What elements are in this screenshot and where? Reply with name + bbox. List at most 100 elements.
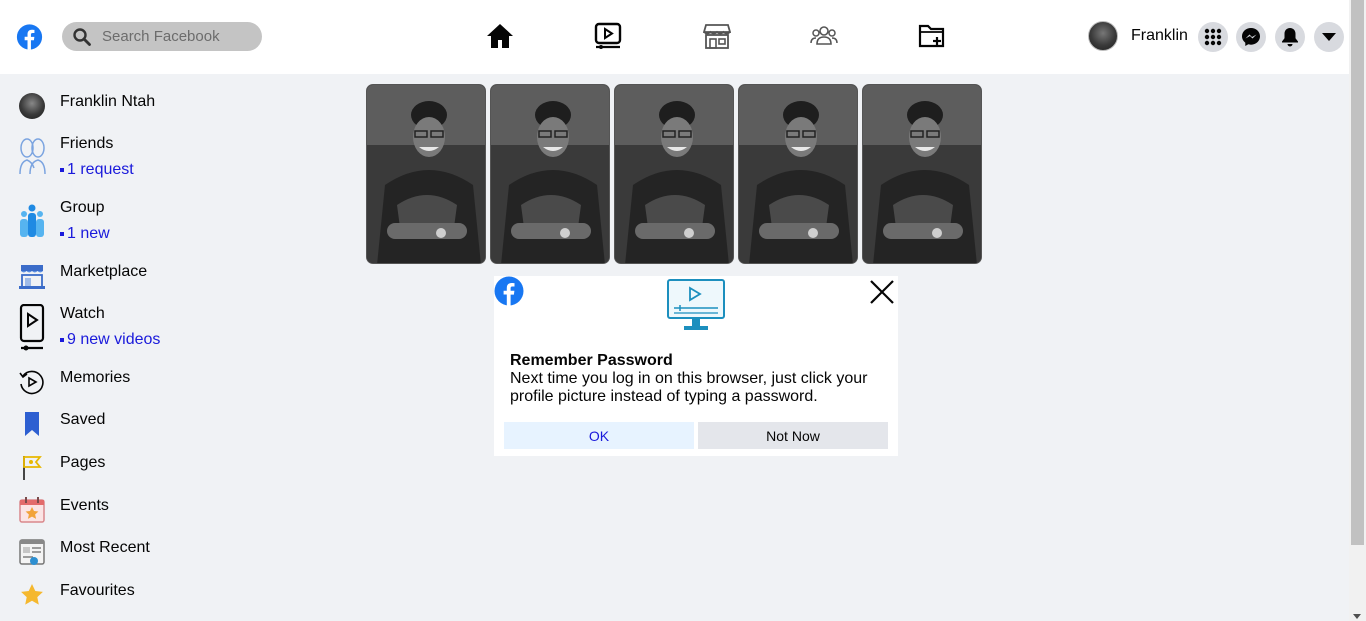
stories-row [366, 84, 982, 264]
marketplace-store-icon [703, 24, 731, 49]
nav-watch[interactable] [594, 22, 622, 50]
sidebar-sub-label: 1 request [67, 161, 134, 178]
story-card[interactable] [490, 84, 610, 264]
s-icon-wrap [18, 538, 46, 566]
monitor-play-icon [667, 279, 725, 330]
story-card[interactable] [366, 84, 486, 264]
s-icon-wrap [18, 410, 46, 438]
sidebar-item-most-recent[interactable]: Most Recent [18, 538, 150, 566]
s-icon-wrap [18, 134, 46, 178]
bullet [60, 338, 64, 342]
groups-people-icon [810, 26, 838, 45]
sidebar-item-text: Watch 9 new videos [60, 304, 160, 350]
remember-password-dialog: Remember Password Next time you log in o… [494, 276, 898, 456]
sidebar-item-saved[interactable]: Saved [18, 410, 105, 438]
sidebar-item-text: Favourites [60, 581, 135, 601]
facebook-logo-icon [494, 276, 524, 306]
sidebar-item-pages[interactable]: Pages [18, 453, 105, 481]
memories-icon [19, 370, 44, 395]
sidebar-item-label: Friends [60, 135, 114, 152]
grid-menu-icon [1204, 28, 1222, 46]
scrollbar-thumb[interactable] [1351, 0, 1364, 545]
sidebar-item-watch[interactable]: Watch 9 new videos [18, 304, 160, 352]
nav-home[interactable] [486, 22, 514, 50]
messenger-button[interactable] [1236, 22, 1266, 52]
sidebar-item-events[interactable]: Events [18, 496, 109, 524]
sidebar-item-text: Group 1 new [60, 198, 110, 244]
account-menu-button[interactable] [1314, 22, 1344, 52]
sidebar-item-text: Pages [60, 453, 105, 473]
avatar [19, 93, 45, 119]
watch-video-icon [594, 22, 622, 49]
profile-shortcut[interactable]: Franklin [1088, 21, 1188, 51]
sidebar-item-label: Most Recent [60, 539, 150, 556]
sidebar-sub-label: 9 new videos [67, 331, 161, 348]
star-icon [21, 584, 43, 605]
sidebar-item-favourites[interactable]: Favourites [18, 581, 135, 609]
home-icon [487, 24, 513, 48]
s-icon-wrap [18, 453, 46, 481]
s-icon-wrap [18, 198, 46, 242]
menu-button[interactable] [1198, 22, 1228, 52]
s-icon-wrap [18, 262, 46, 290]
story-card[interactable] [614, 84, 734, 264]
calendar-icon [19, 497, 45, 523]
sidebar-item-label: Franklin Ntah [60, 93, 156, 110]
sidebar-item-sub[interactable]: 9 new videos [60, 330, 160, 350]
sidebar-item-label: Group [60, 199, 105, 216]
sidebar-item-label: Watch [60, 305, 105, 322]
bookmark-icon [25, 412, 39, 436]
sidebar-item-text: Memories [60, 368, 130, 388]
dialog-title: Remember Password [510, 352, 673, 369]
sidebar-item-memories[interactable]: Memories [18, 368, 130, 396]
sidebar-item-label: Memories [60, 369, 131, 386]
sidebar-item-label: Marketplace [60, 263, 148, 280]
s-icon-wrap [18, 368, 46, 396]
facebook-logo-icon[interactable] [16, 22, 43, 52]
sidebar-avatar-wrap [18, 92, 46, 120]
sidebar-item-label: Saved [60, 411, 106, 428]
dialog-message: Next time you log in on this browser, ju… [510, 370, 868, 405]
search-input[interactable] [102, 28, 252, 45]
story-card[interactable] [862, 84, 982, 264]
folder-add-icon [918, 24, 945, 48]
bullet [60, 232, 64, 236]
scroll-down-arrow-icon[interactable] [1353, 614, 1361, 619]
search-bar[interactable] [62, 22, 262, 51]
search-icon [73, 27, 91, 46]
not-now-button[interactable]: Not Now [698, 422, 888, 449]
s-icon-wrap [18, 304, 46, 352]
sidebar-item-profile[interactable]: Franklin Ntah [18, 92, 155, 120]
sidebar-item-label: Favourites [60, 582, 135, 599]
profile-name: Franklin [1131, 27, 1188, 44]
story-photo [739, 85, 857, 263]
messenger-icon [1242, 28, 1260, 46]
sidebar-item-text: Friends 1 request [60, 134, 134, 180]
nav-groups[interactable] [810, 22, 838, 50]
page-scrollbar[interactable] [1349, 0, 1366, 621]
news-feed-icon [19, 539, 45, 565]
caret-down-icon [1322, 33, 1336, 41]
s-icon-wrap [18, 496, 46, 524]
watch-icon [19, 304, 45, 351]
nav-folder[interactable] [918, 22, 946, 50]
story-photo [367, 85, 485, 263]
notifications-button[interactable] [1275, 22, 1305, 52]
flag-icon [23, 456, 42, 480]
story-card[interactable] [738, 84, 858, 264]
sidebar-item-group[interactable]: Group 1 new [18, 198, 110, 242]
marketplace-icon [19, 265, 45, 289]
sidebar-item-text: Events [60, 496, 109, 516]
sidebar-item-label: Pages [60, 454, 106, 471]
ok-button[interactable]: OK [504, 422, 694, 449]
sidebar-item-sub[interactable]: 1 request [60, 160, 134, 180]
nav-marketplace[interactable] [703, 22, 731, 50]
sidebar-item-label: Events [60, 497, 109, 514]
sidebar-item-sub[interactable]: 1 new [60, 224, 110, 244]
sidebar-item-marketplace[interactable]: Marketplace [18, 262, 147, 290]
close-icon[interactable] [868, 278, 896, 306]
top-navigation-bar: Franklin [0, 0, 1349, 74]
sidebar-item-friends[interactable]: Friends 1 request [18, 134, 134, 178]
story-photo [491, 85, 609, 263]
avatar [1088, 21, 1118, 51]
